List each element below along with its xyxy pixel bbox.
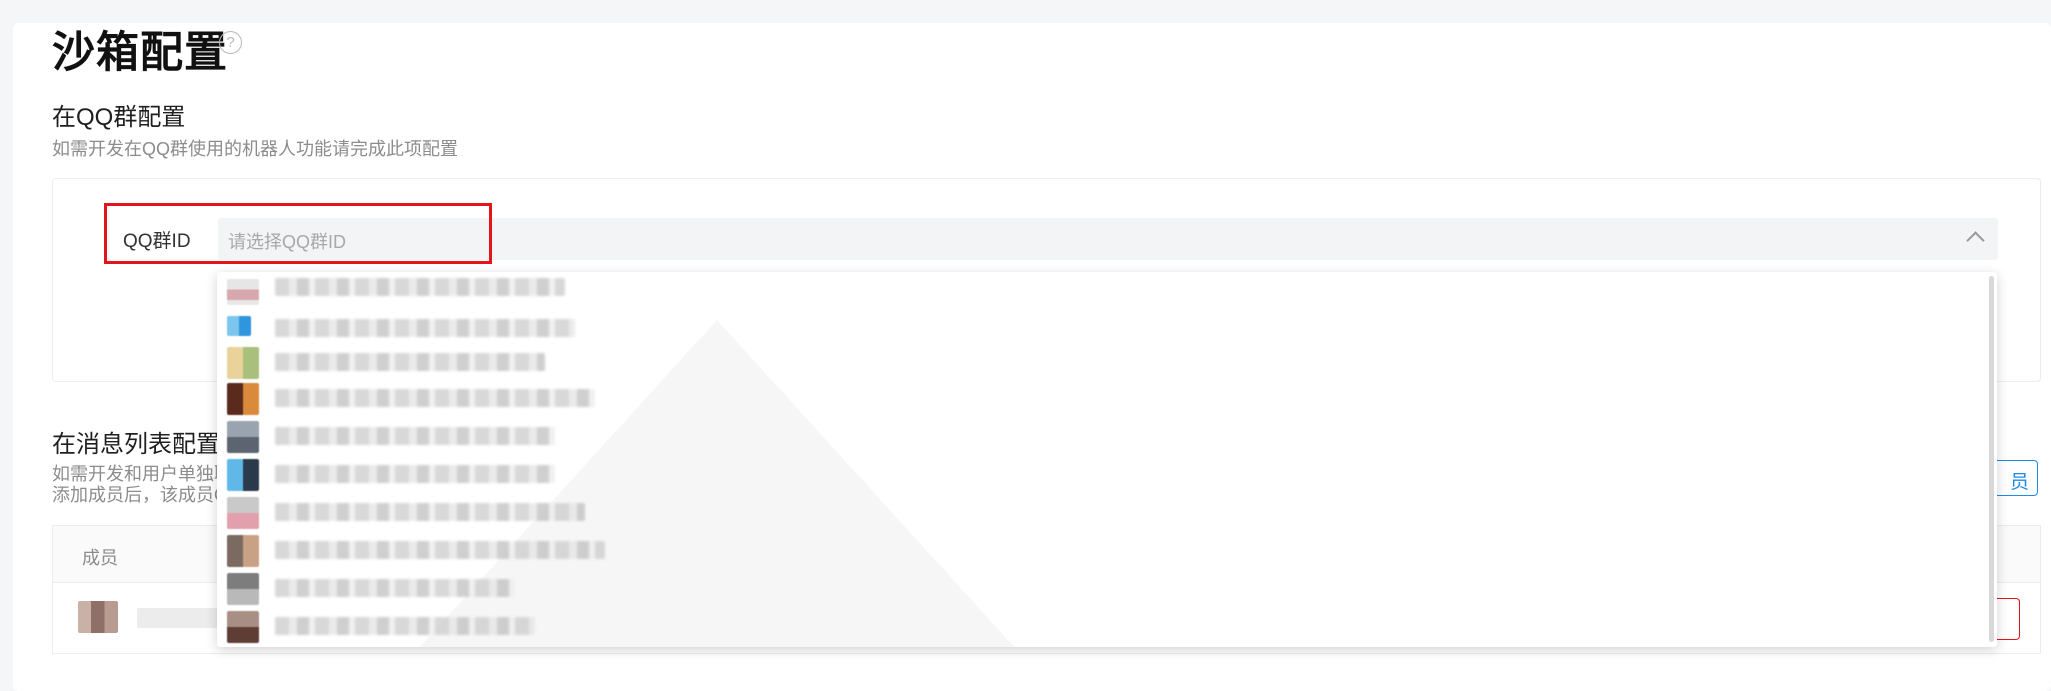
group-avatar [227,279,259,305]
highlight-annotation-box [104,203,492,264]
dropdown-option[interactable] [227,532,1927,567]
message-list-description-line2: 添加成员后，该成员Q [52,485,229,505]
group-avatar [227,347,259,379]
group-name-redacted [275,503,585,521]
group-name-redacted [275,427,555,445]
dropdown-option[interactable] [227,276,1927,310]
column-header-member: 成员 [82,548,118,568]
add-member-button-label: 员 [2009,472,2029,493]
add-member-button[interactable]: 员 [1990,460,2038,496]
group-name-redacted [275,465,555,483]
group-avatar [227,535,259,567]
dropdown-option[interactable] [227,570,1927,605]
question-circle-icon[interactable]: ? [219,31,242,54]
dropdown-option[interactable] [227,344,1927,379]
group-avatar [227,421,259,453]
remove-member-button[interactable] [1994,598,2020,640]
group-name-redacted [275,319,575,337]
group-avatar [227,459,259,491]
group-avatar [227,611,259,643]
dropdown-scrollbar[interactable] [1989,276,1994,642]
group-name-redacted [275,541,605,559]
dropdown-option[interactable] [227,456,1927,491]
group-name-redacted [275,389,595,407]
message-list-description-line1: 如需开发和用户单独聊 [52,464,232,484]
dropdown-option[interactable] [227,310,1927,344]
chevron-up-icon[interactable] [1966,231,1985,250]
dropdown-option[interactable] [227,494,1927,529]
group-avatar [227,497,259,529]
dropdown-option[interactable] [227,608,1927,643]
qq-group-id-dropdown [217,272,1997,647]
page-title: 沙箱配置 [52,29,228,77]
group-name-redacted [275,278,565,296]
group-name-redacted [275,353,545,371]
group-name-redacted [275,617,535,635]
avatar [78,601,118,633]
dropdown-option[interactable] [227,380,1927,415]
group-name-redacted [275,579,515,597]
group-avatar [227,316,251,336]
group-avatar [227,573,259,605]
qq-group-section-title: 在QQ群配置 [52,104,186,131]
message-list-section-title: 在消息列表配置 [52,431,220,458]
qq-group-section-description: 如需开发在QQ群使用的机器人功能请完成此项配置 [52,139,458,159]
group-avatar [227,383,259,415]
dropdown-option[interactable] [227,418,1927,453]
